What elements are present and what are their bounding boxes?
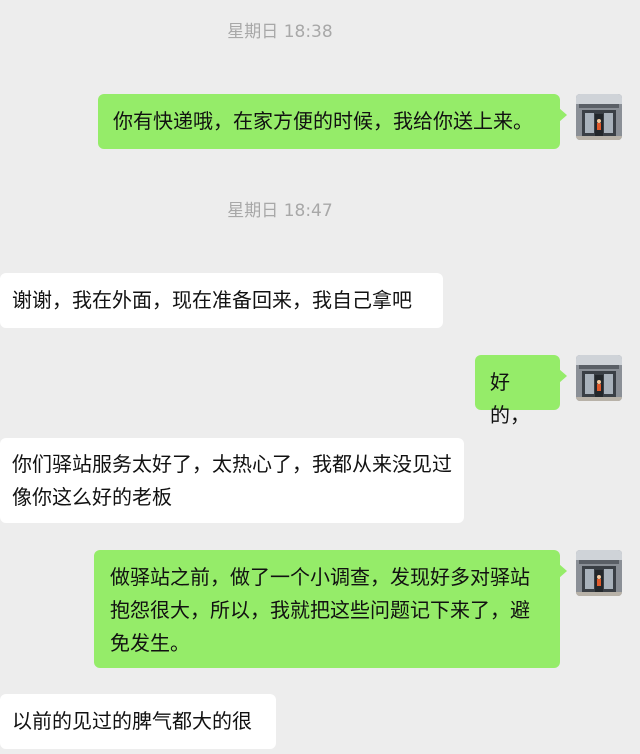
storefront-photo-avatar-icon [576, 355, 622, 401]
message-timestamp: 星期日 18:47 [227, 201, 333, 221]
storefront-photo-avatar-icon [576, 94, 622, 140]
incoming-message-bubble[interactable]: 你们驿站服务太好了，太热心了，我都从来没见过像你这么好的老板 [0, 438, 464, 523]
message-timestamp: 星期日 18:38 [227, 22, 333, 42]
incoming-message-bubble[interactable]: 谢谢，我在外面，现在准备回来，我自己拿吧 [0, 273, 443, 328]
outgoing-message-bubble[interactable]: 好的， [475, 355, 567, 427]
sender-avatar[interactable] [576, 355, 622, 401]
incoming-message-bubble[interactable]: 以前的见过的脾气都大的很 [0, 694, 276, 749]
sender-avatar[interactable] [576, 94, 622, 140]
outgoing-message-bubble[interactable]: 做驿站之前，做了一个小调查，发现好多对驿站抱怨很大，所以，我就把这些问题记下来了… [94, 550, 567, 668]
outgoing-message-bubble[interactable]: 你有快递哦，在家方便的时候，我给你送上来。 [98, 94, 567, 149]
storefront-photo-avatar-icon [576, 550, 622, 596]
sender-avatar[interactable] [576, 550, 622, 596]
